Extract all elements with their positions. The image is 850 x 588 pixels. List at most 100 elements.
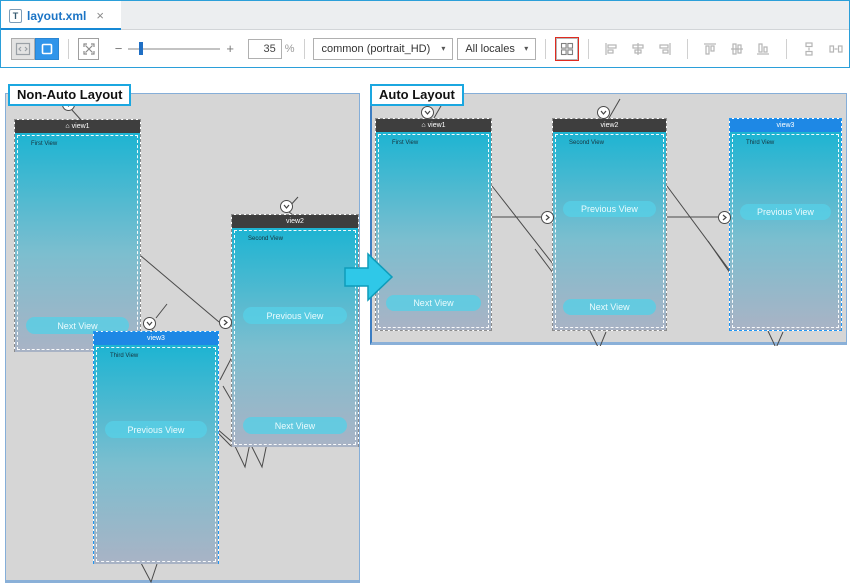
view-title: view2: [286, 218, 304, 225]
view-title: view1: [428, 122, 446, 129]
view-text-label: First View: [31, 141, 57, 147]
transition-source-icon[interactable]: [280, 200, 293, 213]
separator: [588, 39, 589, 59]
zoom-slider-handle[interactable]: [139, 42, 143, 55]
design-view-toggle[interactable]: [35, 38, 59, 60]
view-body: Second View Previous View Next View: [553, 132, 666, 330]
view-title-bar: view3: [94, 332, 218, 345]
tab-title: layout.xml: [27, 9, 86, 23]
view-text-label: Third View: [746, 140, 774, 146]
align-left-button[interactable]: [603, 40, 620, 58]
distribute-vertical-button[interactable]: [801, 40, 818, 58]
selection-dash-border: [732, 134, 839, 328]
align-center-icon: [630, 41, 646, 57]
transition-target-icon[interactable]: [219, 316, 232, 329]
separator: [68, 39, 69, 59]
view-title-bar: ⌂ view1: [15, 120, 140, 133]
toolbar: − + 35 % common (portrait_HD) ▾ All loca…: [1, 30, 849, 67]
transition-target-icon[interactable]: [718, 211, 731, 224]
zoom-in-button[interactable]: +: [220, 41, 240, 56]
zoom-slider: − +: [109, 41, 240, 56]
separator: [304, 39, 305, 59]
align-bottom-button[interactable]: [755, 40, 772, 58]
align-left-icon: [603, 41, 619, 57]
align-right-button[interactable]: [656, 40, 673, 58]
transition-target-icon[interactable]: [541, 211, 554, 224]
transition-source-icon[interactable]: [421, 106, 434, 119]
tab-bar: T layout.xml ×: [1, 1, 849, 30]
chevron-down-icon: ▾: [433, 44, 445, 53]
tab-layout-xml[interactable]: T layout.xml ×: [1, 1, 121, 30]
previous-view-button[interactable]: Previous View: [243, 307, 346, 324]
view-text-label: Second View: [248, 236, 283, 242]
home-icon: ⌂: [65, 123, 69, 130]
fit-to-window-button[interactable]: [78, 38, 98, 60]
align-center-button[interactable]: [630, 40, 647, 58]
file-type-icon: T: [9, 9, 22, 23]
transition-source-icon[interactable]: [597, 106, 610, 119]
view-title: view2: [601, 122, 619, 129]
align-bottom-icon: [755, 41, 771, 57]
transition-source-icon[interactable]: [143, 317, 156, 330]
align-top-button[interactable]: [702, 40, 719, 58]
previous-view-button[interactable]: Previous View: [563, 201, 656, 217]
next-view-button[interactable]: Next View: [243, 417, 346, 434]
view-text-label: Third View: [110, 353, 138, 359]
percent-label: %: [285, 43, 295, 55]
separator: [545, 39, 546, 59]
align-middle-icon: [729, 41, 745, 57]
editor-chrome: T layout.xml × − + 35 % common (portrait…: [0, 0, 850, 68]
home-icon: ⌂: [421, 122, 425, 129]
non-auto-layout-label: Non-Auto Layout: [8, 84, 131, 106]
source-view-toggle[interactable]: [11, 38, 35, 60]
distribute-horizontal-icon: [828, 41, 844, 57]
auto-layout-label: Auto Layout: [370, 84, 464, 106]
view-title-bar: ⌂ view1: [376, 119, 491, 132]
zoom-out-button[interactable]: −: [109, 41, 129, 56]
selection-dash-border: [96, 347, 216, 562]
view-text-label: Second View: [569, 140, 604, 146]
fit-expand-icon: [81, 41, 97, 57]
separator: [687, 39, 688, 59]
locales-value: All locales: [465, 43, 515, 55]
view-title: view3: [147, 335, 165, 342]
locales-dropdown[interactable]: All locales ▾: [457, 38, 536, 60]
zoom-value-input[interactable]: 35: [248, 39, 282, 59]
screen-config-value: common (portrait_HD): [321, 43, 430, 55]
phone-view2[interactable]: view2 Second View Previous View Next Vie…: [552, 118, 667, 331]
view-title-bar: view2: [553, 119, 666, 132]
view-body: Second View Previous View Next View: [232, 228, 358, 447]
view-title: view1: [72, 123, 90, 130]
canvas-non-auto-layout[interactable]: ⌂ view1 First View Next View view2 Secon…: [5, 93, 360, 583]
next-view-button[interactable]: Next View: [386, 295, 480, 311]
design-view-icon: [40, 42, 54, 56]
distribute-vertical-icon: [801, 41, 817, 57]
code-view-icon: [15, 42, 31, 56]
selection-dash-border: [234, 230, 356, 445]
phone-view2[interactable]: view2 Second View Previous View Next Vie…: [231, 214, 359, 447]
phone-view1[interactable]: ⌂ view1 First View Next View: [14, 119, 141, 352]
view-title-bar: view3: [730, 119, 841, 132]
view-title: view3: [777, 122, 795, 129]
zoom-slider-track[interactable]: [128, 48, 220, 50]
phone-view3[interactable]: view3 Third View Previous View: [93, 331, 219, 564]
previous-view-button[interactable]: Previous View: [105, 421, 207, 438]
view-body: Third View Previous View: [730, 132, 841, 330]
distribute-horizontal-button[interactable]: [827, 40, 844, 58]
phone-view3[interactable]: view3 Third View Previous View: [729, 118, 842, 331]
view-body: Third View Previous View: [94, 345, 218, 564]
view-title-bar: view2: [232, 215, 358, 228]
next-view-button[interactable]: Next View: [563, 299, 656, 315]
previous-view-button[interactable]: Previous View: [740, 204, 831, 220]
align-right-icon: [657, 41, 673, 57]
screen-config-dropdown[interactable]: common (portrait_HD) ▾: [313, 38, 453, 60]
view-text-label: First View: [392, 140, 418, 146]
tab-close-icon[interactable]: ×: [96, 9, 104, 22]
chevron-down-icon: ▾: [516, 44, 528, 53]
auto-layout-grid-icon: [559, 41, 575, 57]
canvas-auto-layout[interactable]: ⌂ view1 First View Next View view2 Secon…: [370, 93, 847, 345]
auto-layout-highlight-box: Auto Layout: [555, 37, 579, 61]
align-middle-button[interactable]: [729, 40, 746, 58]
view-body: First View Next View: [15, 133, 140, 352]
auto-layout-button[interactable]: [556, 38, 578, 60]
